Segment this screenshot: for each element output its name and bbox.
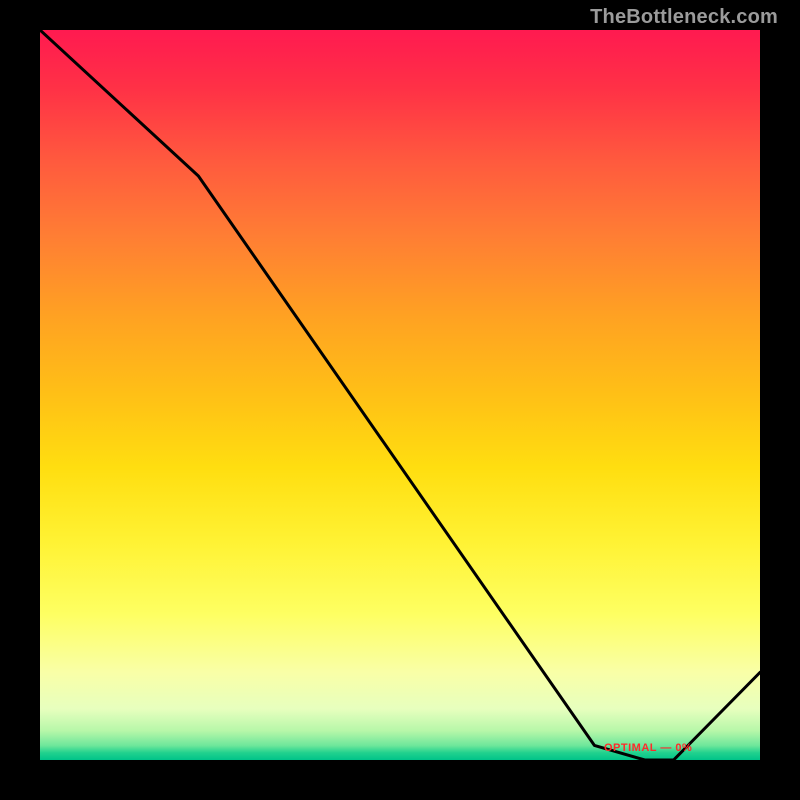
chart-container: TheBottleneck.com OPTIMAL — 0%: [0, 0, 800, 800]
bottleneck-curve: [40, 30, 760, 760]
optimal-label: OPTIMAL — 0%: [604, 742, 692, 754]
watermark: TheBottleneck.com: [590, 6, 778, 29]
x-axis: [38, 760, 762, 762]
